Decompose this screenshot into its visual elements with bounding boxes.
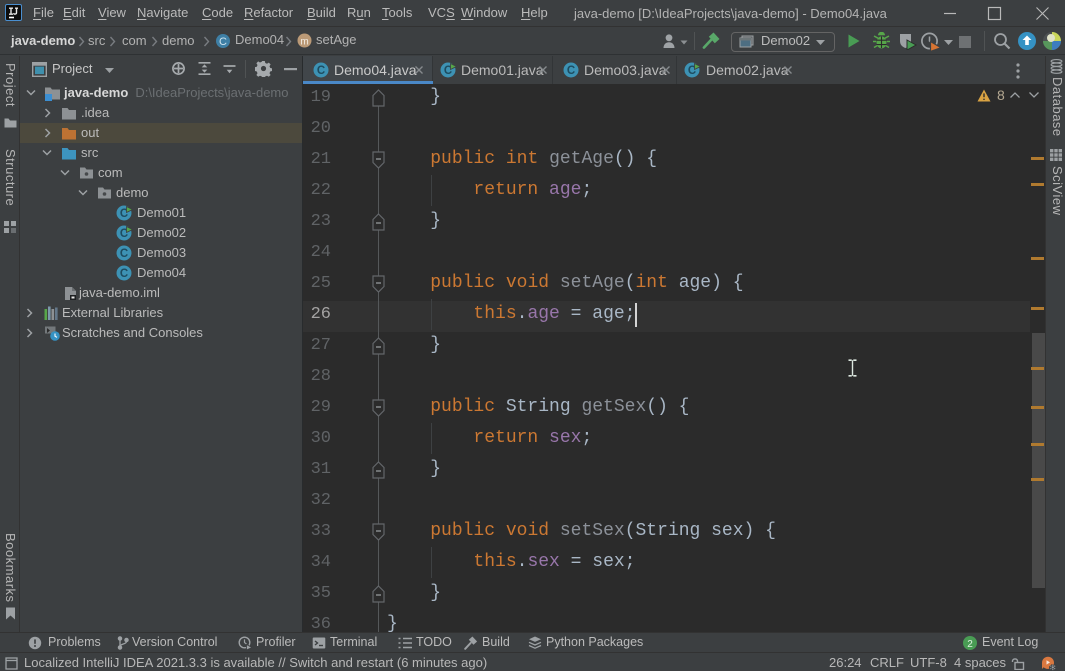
svg-text:C: C [120, 268, 128, 280]
svg-text:C: C [567, 65, 575, 77]
svg-text:C: C [219, 36, 227, 48]
svg-text:2: 2 [967, 639, 973, 650]
svg-text:C: C [317, 65, 325, 77]
svg-text:m: m [300, 36, 308, 47]
svg-text:C: C [120, 248, 128, 260]
